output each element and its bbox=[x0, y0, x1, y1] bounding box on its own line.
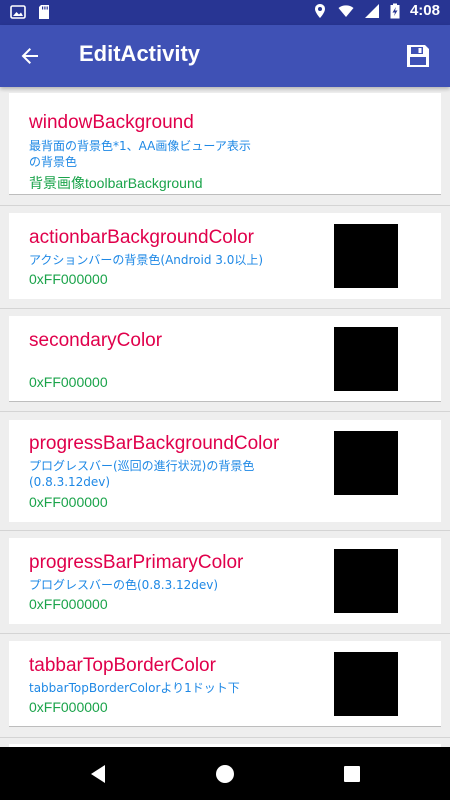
section-divider bbox=[0, 411, 450, 412]
save-icon[interactable] bbox=[404, 42, 432, 70]
list-item[interactable]: secondaryColor 0xFF000000 bbox=[9, 316, 441, 402]
section-divider bbox=[0, 530, 450, 531]
gallery-icon bbox=[10, 5, 26, 19]
item-description: tabbarTopBorderColorより1ドット下 bbox=[29, 681, 240, 695]
item-name: actionbarBackgroundColor bbox=[29, 227, 254, 248]
item-description: プログレスバーの色(0.8.3.12dev) bbox=[29, 578, 219, 592]
wifi-icon bbox=[338, 4, 354, 17]
section-divider bbox=[0, 737, 450, 738]
status-bar: 4:08 bbox=[0, 0, 450, 25]
signal-icon bbox=[364, 3, 379, 18]
item-value: 0xFF000000 bbox=[29, 271, 108, 287]
item-description: 最背面の背景色*1、AA画像ビューア表示の背景色 bbox=[29, 139, 251, 169]
status-right-icons: 4:08 bbox=[312, 2, 440, 19]
item-name: windowBackground bbox=[29, 112, 194, 133]
color-swatch[interactable] bbox=[334, 652, 398, 716]
color-swatch[interactable] bbox=[334, 224, 398, 288]
item-name: secondaryColor bbox=[29, 330, 163, 351]
item-name: progressBarPrimaryColor bbox=[29, 552, 244, 573]
item-divider bbox=[9, 401, 441, 402]
location-icon bbox=[314, 3, 325, 18]
settings-list: windowBackground 最背面の背景色*1、AA画像ビューア表示の背景… bbox=[0, 87, 450, 747]
list-item[interactable]: windowBackground 最背面の背景色*1、AA画像ビューア表示の背景… bbox=[9, 93, 441, 195]
page-title: EditActivity bbox=[79, 41, 201, 66]
color-swatch[interactable] bbox=[334, 431, 398, 495]
item-name: tabbarTopBorderColor bbox=[29, 655, 216, 676]
section-divider bbox=[0, 205, 450, 206]
recents-square-icon[interactable] bbox=[339, 761, 365, 787]
item-description: アクションバーの背景色(Android 3.0以上) bbox=[29, 253, 264, 267]
list-item[interactable]: progressBarBackgroundColor プログレスバー(巡回の進行… bbox=[9, 420, 441, 522]
list-item[interactable]: tabbarTopBorderColor tabbarTopBorderColo… bbox=[9, 641, 441, 727]
item-divider bbox=[9, 194, 441, 195]
back-triangle-icon[interactable] bbox=[86, 761, 112, 787]
section-divider bbox=[0, 633, 450, 634]
section-divider bbox=[0, 308, 450, 309]
item-value: 0xFF000000 bbox=[29, 596, 108, 612]
battery-charging-icon bbox=[390, 3, 400, 18]
status-time: 4:08 bbox=[409, 2, 440, 19]
item-name: progressBarBackgroundColor bbox=[29, 433, 280, 454]
color-swatch[interactable] bbox=[334, 327, 398, 391]
app-bar: EditActivity bbox=[0, 25, 450, 87]
item-description: プログレスバー(巡回の進行状況)の背景色(0.8.3.12dev) bbox=[29, 459, 255, 489]
item-value: 0xFF000000 bbox=[29, 374, 108, 390]
arrow-back-icon[interactable] bbox=[16, 42, 44, 70]
color-swatch[interactable] bbox=[334, 549, 398, 613]
sd-card-icon bbox=[39, 5, 49, 19]
item-value: 0xFF000000 bbox=[29, 494, 108, 510]
list-item[interactable]: progressBarPrimaryColor プログレスバーの色(0.8.3.… bbox=[9, 538, 441, 624]
status-left-icons bbox=[10, 4, 52, 20]
item-value: 背景画像toolbarBackground bbox=[29, 175, 203, 191]
list-item[interactable]: actionbarBackgroundColor アクションバーの背景色(And… bbox=[9, 213, 441, 299]
navigation-bar bbox=[0, 747, 450, 800]
item-divider bbox=[9, 726, 441, 727]
home-circle-icon[interactable] bbox=[212, 761, 238, 787]
item-value: 0xFF000000 bbox=[29, 699, 108, 715]
